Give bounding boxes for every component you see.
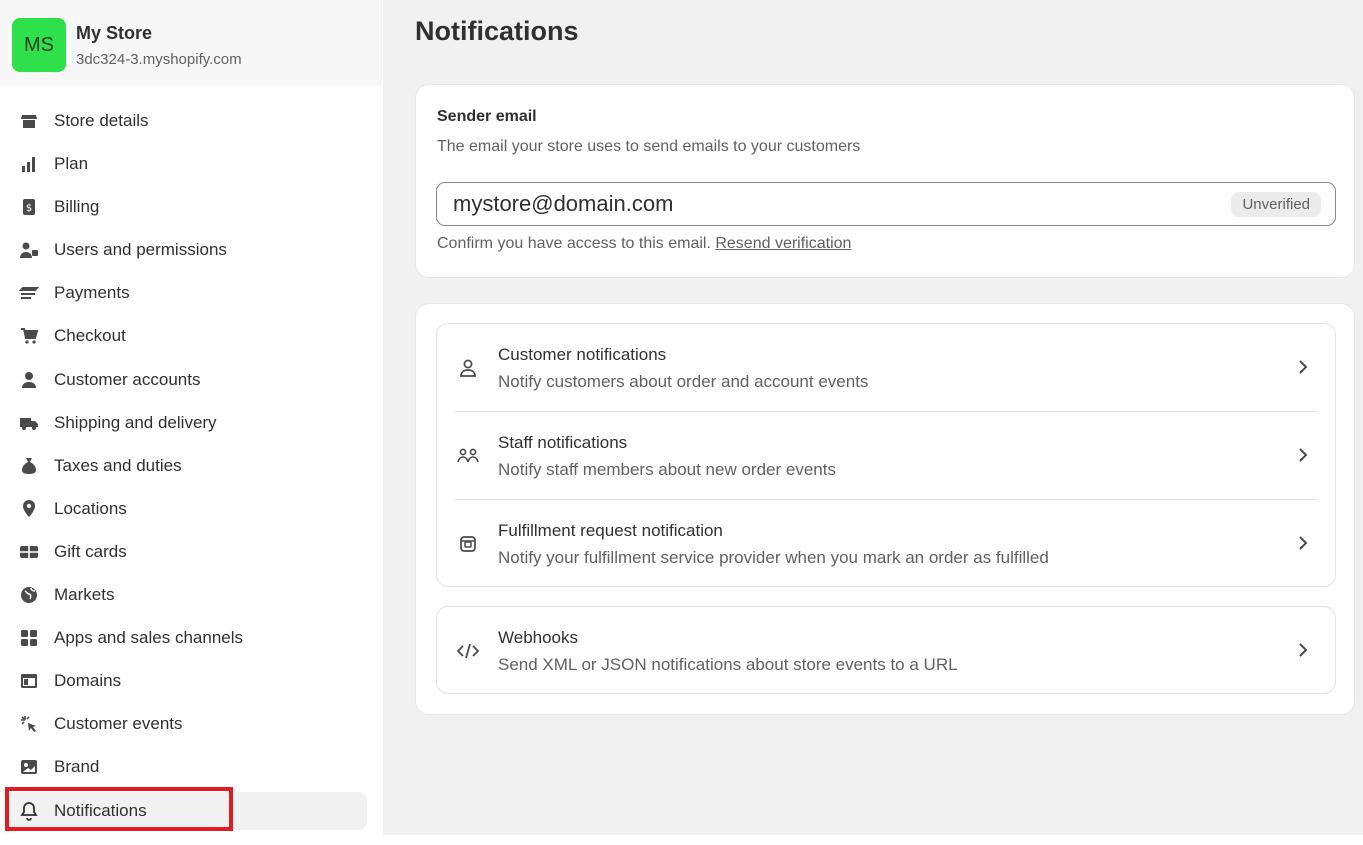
customer-notifications-row[interactable]: Customer notifications Notify customers … [437, 324, 1335, 411]
confirm-email-label: Confirm you have access to this email. [437, 235, 716, 252]
sidebar-item-label: Store details [54, 111, 149, 130]
sidebar-item-locations[interactable]: Locations [6, 490, 367, 528]
fulfillment-icon [457, 533, 479, 555]
sidebar-item-customer-accounts[interactable]: Customer accounts [6, 361, 367, 399]
staff-icon [457, 445, 479, 467]
sidebar-item-label: Markets [54, 585, 115, 604]
row-title: Fulfillment request notification [498, 521, 723, 540]
person-icon [18, 369, 40, 391]
svg-text:$: $ [26, 203, 32, 214]
sidebar-item-label: Notifications [54, 801, 147, 820]
store-name: My Store [76, 23, 153, 43]
person-outline-icon [457, 357, 479, 379]
sidebar-item-customer-events[interactable]: Customer events [6, 705, 367, 743]
sidebar-item-label: Gift cards [54, 542, 127, 561]
sidebar-item-label: Brand [54, 757, 100, 776]
store-avatar: MS [12, 18, 66, 72]
main-content: Notifications Sender email The email you… [383, 0, 1363, 835]
sender-email-field[interactable]: mystore@domain.com Unverified [436, 182, 1336, 226]
row-description: Send XML or JSON notifications about sto… [498, 655, 958, 674]
code-icon [457, 640, 479, 662]
sidebar-item-label: Customer accounts [54, 370, 201, 389]
sidebar-item-users-and-permissions[interactable]: Users and permissions [6, 231, 367, 269]
sidebar-item-billing[interactable]: $ Billing [6, 188, 367, 226]
sidebar-item-domains[interactable]: Domains [6, 662, 367, 700]
sidebar-item-label: Customer events [54, 714, 183, 733]
truck-icon [18, 412, 40, 434]
sidebar-item-label: Payments [54, 283, 130, 302]
sidebar-item-label: Taxes and duties [54, 456, 182, 475]
brand-icon [18, 756, 40, 778]
unverified-badge: Unverified [1231, 191, 1321, 217]
page-title: Notifications [415, 16, 579, 46]
notifications-card: Customer notifications Notify customers … [415, 303, 1355, 715]
sidebar-item-label: Checkout [54, 326, 126, 345]
sidebar-item-payments[interactable]: Payments [6, 274, 367, 312]
plan-icon [18, 153, 40, 175]
sidebar-item-label: Domains [54, 671, 122, 690]
sidebar-item-gift-cards[interactable]: Gift cards [6, 533, 367, 571]
staff-notifications-row[interactable]: Staff notifications Notify staff members… [437, 412, 1335, 499]
sidebar-item-shipping-and-delivery[interactable]: Shipping and delivery [6, 404, 367, 442]
gift-card-icon [18, 541, 40, 563]
row-description: Notify staff members about new order eve… [498, 460, 836, 479]
sidebar-item-taxes-and-duties[interactable]: Taxes and duties [6, 447, 367, 485]
store-domain: 3dc324-3.myshopify.com [76, 51, 242, 68]
notification-types-group: Customer notifications Notify customers … [436, 323, 1336, 587]
chevron-right-icon [1295, 357, 1311, 377]
sidebar-item-store-details[interactable]: Store details [6, 102, 367, 140]
row-description: Notify your fulfillment service provider… [498, 548, 1049, 567]
payments-icon [18, 282, 40, 304]
sidebar-item-label: Shipping and delivery [54, 413, 217, 432]
sidebar-item-apps-and-sales-channels[interactable]: Apps and sales channels [6, 619, 367, 657]
sender-email-value[interactable]: mystore@domain.com [453, 191, 1231, 217]
sender-email-title: Sender email [437, 108, 537, 125]
sidebar-item-label: Plan [54, 154, 89, 173]
sidebar-item-label: Users and permissions [54, 240, 227, 259]
sidebar-item-plan[interactable]: Plan [6, 145, 367, 183]
users-icon [18, 239, 40, 261]
resend-verification-link[interactable]: Resend verification [715, 235, 851, 252]
chevron-right-icon [1295, 640, 1311, 660]
chevron-right-icon [1295, 533, 1311, 553]
location-pin-icon [18, 498, 40, 520]
sidebar-item-label: Apps and sales channels [54, 628, 244, 647]
sidebar-item-notifications[interactable]: Notifications [6, 792, 367, 830]
apps-icon [18, 627, 40, 649]
sidebar-item-brand[interactable]: Brand [6, 748, 367, 786]
row-title: Staff notifications [498, 433, 628, 452]
row-description: Notify customers about order and account… [498, 372, 869, 391]
sender-email-description: The email your store uses to send emails… [437, 138, 861, 155]
webhooks-row[interactable]: Webhooks Send XML or JSON notifications … [437, 607, 1335, 694]
cart-icon [18, 325, 40, 347]
bell-icon [18, 800, 40, 822]
sender-email-card: Sender email The email your store uses t… [415, 84, 1355, 278]
sidebar-item-checkout[interactable]: Checkout [6, 317, 367, 355]
sidebar-item-label: Locations [54, 499, 127, 518]
store-icon [18, 110, 40, 132]
billing-icon: $ [18, 196, 40, 218]
globe-icon [18, 584, 40, 606]
settings-sidebar: MS My Store 3dc324-3.myshopify.com Store… [0, 0, 382, 835]
fulfillment-request-row[interactable]: Fulfillment request notification Notify … [437, 500, 1335, 587]
cursor-click-icon [18, 713, 40, 735]
tax-icon [18, 455, 40, 477]
row-title: Webhooks [498, 628, 579, 647]
chevron-right-icon [1295, 445, 1311, 465]
row-title: Customer notifications [498, 345, 667, 364]
sidebar-item-markets[interactable]: Markets [6, 576, 367, 614]
confirm-email-text: Confirm you have access to this email. R… [437, 235, 851, 253]
webhooks-group: Webhooks Send XML or JSON notifications … [436, 606, 1336, 694]
domains-icon [18, 670, 40, 692]
store-header[interactable]: MS My Store 3dc324-3.myshopify.com [0, 0, 382, 86]
sidebar-item-label: Billing [54, 197, 100, 216]
